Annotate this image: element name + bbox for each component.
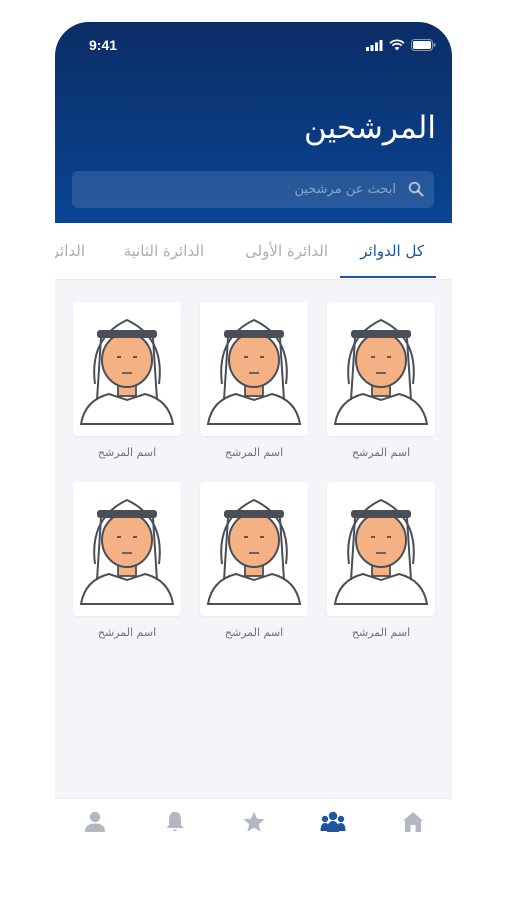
- candidate-avatar-icon: [333, 318, 429, 425]
- star-icon: [243, 811, 265, 832]
- candidate-name: اسم المرشح: [97, 446, 157, 459]
- nav-favorites[interactable]: [241, 809, 267, 835]
- candidate-name: اسم المرشح: [351, 446, 411, 459]
- candidate-card[interactable]: اسم المرشح: [200, 302, 308, 459]
- search-icon: [408, 181, 424, 197]
- district-tabs: كل الدوائر الدائرة الأولى الدائرة الثاني…: [55, 223, 452, 280]
- candidate-photo[interactable]: [73, 482, 181, 616]
- bottom-nav: [55, 798, 452, 900]
- candidate-photo[interactable]: [73, 302, 181, 436]
- candidate-avatar-icon: [206, 318, 302, 425]
- candidate-card[interactable]: اسم المرشح: [200, 482, 308, 639]
- candidate-photo[interactable]: [200, 302, 308, 436]
- wifi-icon: [389, 39, 405, 51]
- candidate-card[interactable]: اسم المرشح: [327, 302, 435, 459]
- candidate-photo[interactable]: [327, 302, 435, 436]
- tab-all-districts[interactable]: كل الدوائر: [360, 242, 424, 260]
- status-time: 9:41: [89, 37, 118, 53]
- candidate-card[interactable]: اسم المرشح: [73, 302, 181, 459]
- home-icon: [403, 812, 423, 832]
- candidate-photo[interactable]: [200, 482, 308, 616]
- search-input[interactable]: [96, 171, 396, 208]
- candidate-photo[interactable]: [327, 482, 435, 616]
- header: 9:41 المرشحين: [55, 22, 452, 223]
- candidate-name: اسم المرشح: [351, 626, 411, 639]
- tab-third-district[interactable]: الدائرة الثالثة: [55, 242, 85, 260]
- user-icon: [85, 811, 105, 832]
- candidate-avatar-icon: [206, 498, 302, 605]
- candidate-name: اسم المرشح: [224, 626, 284, 639]
- search-bar[interactable]: [72, 171, 434, 208]
- candidates-icon: [320, 811, 346, 832]
- candidate-card[interactable]: اسم المرشح: [73, 482, 181, 639]
- tab-first-district[interactable]: الدائرة الأولى: [245, 242, 328, 260]
- active-tab-indicator: [340, 276, 436, 278]
- nav-candidates[interactable]: [320, 809, 346, 835]
- candidate-name: اسم المرشح: [97, 626, 157, 639]
- page-title: المرشحين: [303, 110, 436, 146]
- status-icons: [366, 39, 436, 51]
- candidate-avatar-icon: [79, 318, 175, 425]
- nav-notifications[interactable]: [162, 809, 188, 835]
- phone-screen: 9:41 المرشحين ابحث عن مرشحين كل الدوائر …: [55, 22, 452, 900]
- battery-icon: [411, 39, 436, 51]
- candidate-name: اسم المرشح: [224, 446, 284, 459]
- signal-icon: [366, 39, 383, 51]
- tab-second-district[interactable]: الدائرة الثانية: [124, 242, 204, 260]
- nav-home[interactable]: [400, 809, 426, 835]
- candidate-avatar-icon: [79, 498, 175, 605]
- bell-icon: [166, 812, 184, 832]
- candidate-card[interactable]: اسم المرشح: [327, 482, 435, 639]
- nav-profile[interactable]: [82, 809, 108, 835]
- candidate-avatar-icon: [333, 498, 429, 605]
